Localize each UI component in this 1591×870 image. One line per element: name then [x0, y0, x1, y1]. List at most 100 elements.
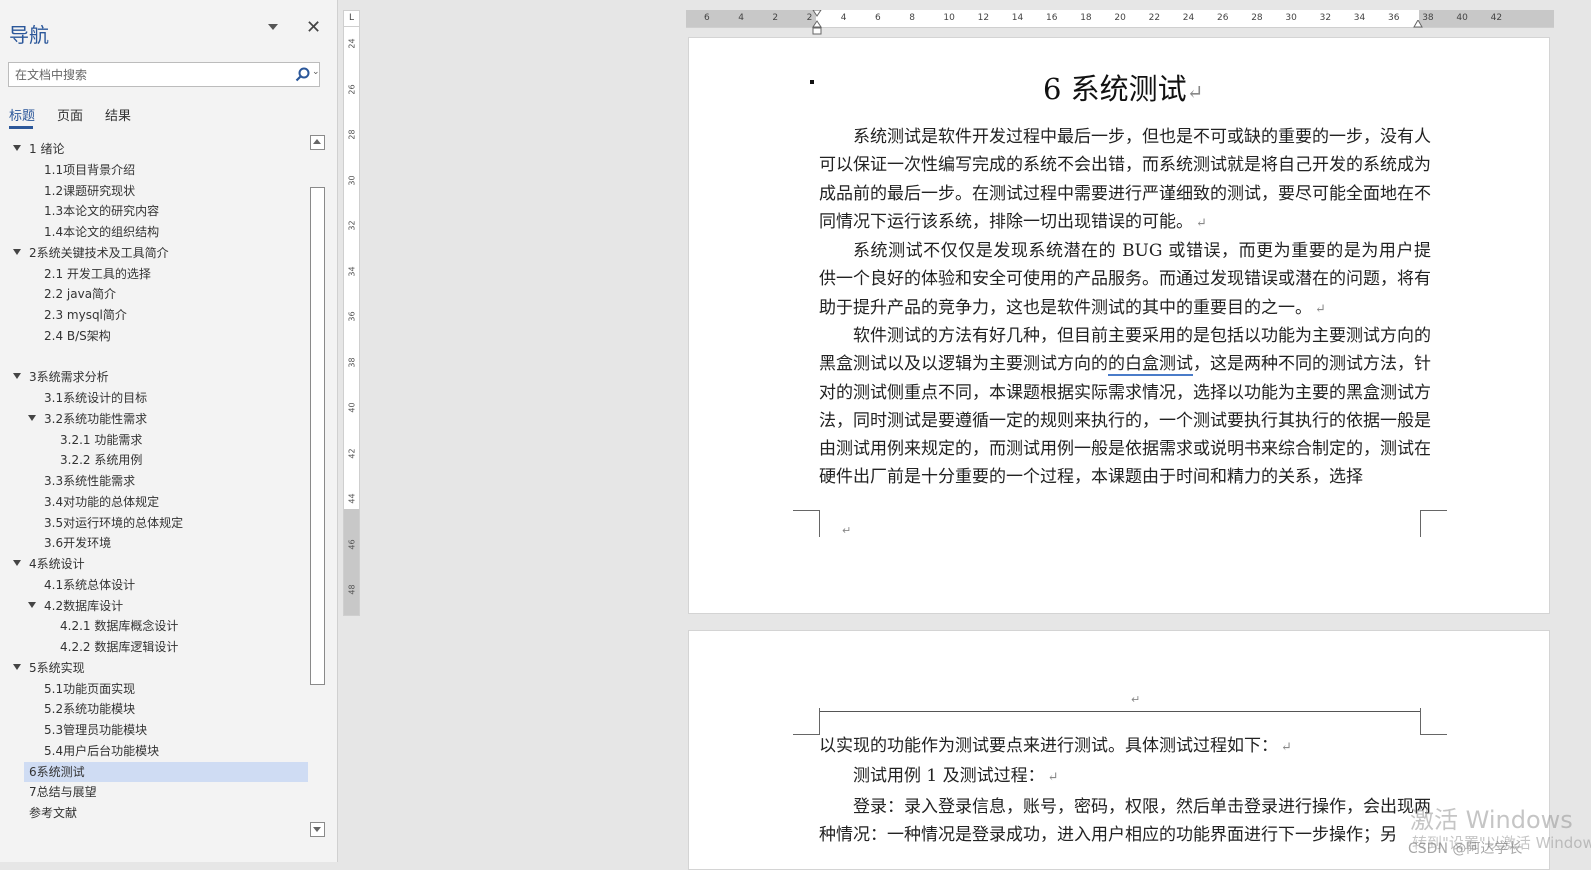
outline-item-label: 1.4本论文的组织结构: [44, 225, 160, 239]
body-paragraph-4[interactable]: 以实现的功能作为测试要点来进行测试。具体测试过程如下： ↵ 测试用例 1 及测试过…: [819, 732, 1431, 849]
outline-item[interactable]: 5.1功能页面实现: [24, 679, 308, 699]
outline-item-label: 4.2.1 数据库概念设计: [60, 619, 179, 634]
outline-item[interactable]: 3.4对功能的总体规定: [24, 492, 308, 512]
paragraph-text: 测试用例 1 及测试过程：: [853, 766, 1045, 787]
ruler-tick-label: 2: [772, 13, 779, 23]
outline-item[interactable]: 5.3管理员功能模块: [24, 720, 308, 740]
outline-item[interactable]: 2.3 mysql简介: [24, 305, 308, 325]
outline-item[interactable]: [24, 347, 308, 367]
ruler-tick-label: 16: [1046, 13, 1058, 23]
outline-item[interactable]: 1 绪论: [13, 139, 308, 159]
outline-item-label: 2.2 java简介: [44, 287, 117, 302]
horizontal-ruler[interactable]: 6 4 2 2 4 6 8 10 12 14 16 18 20 22 24 26 28 30 32 34 36 38 40 4…: [686, 10, 1554, 35]
navigation-pane: 导航 ✕ ⌄ 标题 页面 结果 1 绪论 1.1项目背景介绍 1.2课题研究现状 1.…: [0, 0, 338, 862]
tab-headings[interactable]: 标题: [9, 105, 35, 124]
tab-results[interactable]: 结果: [105, 105, 131, 124]
outline-item-label: 3.5对运行环境的总体规定: [44, 515, 184, 530]
chevron-down-icon[interactable]: ⌄: [312, 67, 320, 77]
nav-options-dropdown-icon[interactable]: [268, 24, 278, 30]
ruler-tick-label: 8: [909, 13, 915, 23]
paragraph-mark: ↵: [1186, 80, 1204, 104]
collapse-triangle-icon[interactable]: [13, 145, 21, 151]
outline-item[interactable]: 3.1系统设计的目标: [24, 388, 308, 408]
collapse-triangle-icon[interactable]: [28, 414, 36, 421]
body-paragraph-1[interactable]: 系统测试是软件开发过程中最后一步，但也是不可或缺的重要的一步，没有人可以保证一次…: [819, 123, 1431, 238]
outline-item-label: 6系统测试: [29, 764, 85, 779]
ruler-margin-area: [344, 509, 359, 615]
ruler-tick-label: 18: [1080, 13, 1092, 23]
outline-item[interactable]: 1.2课题研究现状: [24, 181, 308, 201]
outline-item[interactable]: 4.2.1 数据库概念设计: [24, 616, 308, 636]
ruler-tick-label: 28: [347, 129, 357, 140]
outline-item-label: 3.2系统功能性需求: [44, 411, 148, 426]
outline-item-label: 3.3系统性能需求: [44, 474, 136, 488]
outline-item[interactable]: 4系统设计: [13, 554, 308, 574]
outline-item[interactable]: 4.2.2 数据库逻辑设计: [24, 637, 308, 657]
body-paragraph-3[interactable]: 软件测试的方法有好几种，但目前主要采用的是包括以功能为主要测试方向的黑盒测试以及…: [819, 322, 1431, 492]
outline-item[interactable]: 5.4用户后台功能模块: [24, 741, 308, 761]
outline-item[interactable]: 4.2数据库设计: [24, 596, 308, 616]
scroll-down-button[interactable]: [310, 822, 325, 837]
outline-item[interactable]: 3系统需求分析: [13, 367, 308, 387]
ruler-tick-label: 44: [347, 493, 357, 504]
outline-item[interactable]: 3.6开发环境: [24, 533, 308, 553]
outline-item-label: 2系统关键技术及工具简介: [29, 245, 169, 260]
collapse-triangle-icon[interactable]: [28, 601, 36, 608]
outline-item[interactable]: 6系统测试: [24, 761, 308, 782]
tab-pages[interactable]: 页面: [57, 105, 83, 124]
paragraph-text: 系统测试不仅仅是发现系统潜在的 BUG 或错误，而更为重要的是为用户提供一个良好…: [819, 241, 1431, 318]
collapse-triangle-icon[interactable]: [13, 248, 21, 255]
body-paragraph-2[interactable]: 系统测试不仅仅是发现系统潜在的 BUG 或错误，而更为重要的是为用户提供一个良好…: [819, 237, 1431, 324]
outline-scrollbar[interactable]: [310, 135, 325, 837]
active-tab-indicator: [9, 126, 33, 129]
outline-item-label: 5系统实现: [29, 660, 85, 675]
grammar-flagged-text[interactable]: 的白盒测试: [1108, 354, 1193, 377]
csdn-watermark: CSDN @阿达学长: [1408, 841, 1523, 857]
ruler-tick-label: 40: [1456, 13, 1468, 23]
outline-item[interactable]: 3.3系统性能需求: [24, 471, 308, 491]
outline-item[interactable]: 3.5对运行环境的总体规定: [24, 513, 308, 533]
chapter-heading[interactable]: 6 系统测试↵: [1043, 66, 1203, 108]
outline-item[interactable]: 5.2系统功能模块: [24, 699, 308, 719]
ruler-tick-label: 14: [1011, 13, 1024, 23]
ruler-tick-label: 32: [1319, 13, 1332, 23]
outline-item-label: 5.3管理员功能模块: [44, 723, 148, 737]
outline-item[interactable]: 4.1系统总体设计: [24, 575, 308, 595]
close-icon[interactable]: ✕: [306, 17, 321, 38]
outline-item-label: 5.1功能页面实现: [44, 681, 136, 696]
outline-item[interactable]: 2系统关键技术及工具简介: [13, 243, 308, 263]
collapse-triangle-icon[interactable]: [13, 663, 21, 670]
ruler-tick-label: 36: [347, 311, 357, 322]
outline-item[interactable]: 1.3本论文的研究内容: [24, 201, 308, 221]
outline-item[interactable]: 2.4 B/S架构: [24, 326, 308, 346]
outline-item[interactable]: 5系统实现: [13, 658, 308, 678]
paragraph-mark: ↵: [1281, 740, 1292, 755]
ruler-tick-label: 26: [1217, 13, 1229, 23]
vertical-ruler[interactable]: 24 26 28 30 32 34 36 38 40 42 44 46 48: [343, 10, 360, 616]
outline-item[interactable]: 参考文献: [24, 803, 308, 823]
outline-item[interactable]: 2.1 开发工具的选择: [24, 264, 308, 284]
outline-item[interactable]: 1.4本论文的组织结构: [24, 222, 308, 242]
tab-selector[interactable]: L: [343, 10, 360, 27]
collapse-triangle-icon[interactable]: [13, 560, 21, 566]
paragraph-text: 登录：录入登录信息，账号，密码，权限，然后单击登录进行操作，会出现两种情况：一种…: [819, 796, 1431, 845]
ruler-tick-label: 34: [1353, 13, 1366, 23]
outline-item-label: 3.6开发环境: [44, 536, 112, 551]
indent-marker-icon[interactable]: [812, 10, 822, 36]
search-icon[interactable]: [294, 66, 312, 84]
search-input[interactable]: [9, 63, 285, 86]
paragraph-mark: ↵: [842, 524, 852, 537]
outline-item[interactable]: 3.2系统功能性需求: [24, 409, 308, 429]
scroll-thumb[interactable]: [310, 187, 325, 685]
collapse-triangle-icon[interactable]: [13, 373, 21, 380]
ruler-tick-label: 42: [347, 447, 357, 459]
outline-item[interactable]: 7总结与展望: [24, 782, 308, 802]
scroll-up-button[interactable]: [310, 135, 325, 150]
ruler-tick-label: 6: [704, 13, 710, 23]
outline-item-label: 2.3 mysql简介: [44, 308, 127, 322]
outline-item[interactable]: 1.1项目背景介绍: [24, 160, 308, 180]
search-box[interactable]: ⌄: [8, 62, 320, 87]
outline-item[interactable]: 3.2.1 功能需求: [24, 430, 308, 450]
outline-item[interactable]: 3.2.2 系统用例: [24, 450, 308, 470]
outline-item[interactable]: 2.2 java简介: [24, 284, 308, 304]
